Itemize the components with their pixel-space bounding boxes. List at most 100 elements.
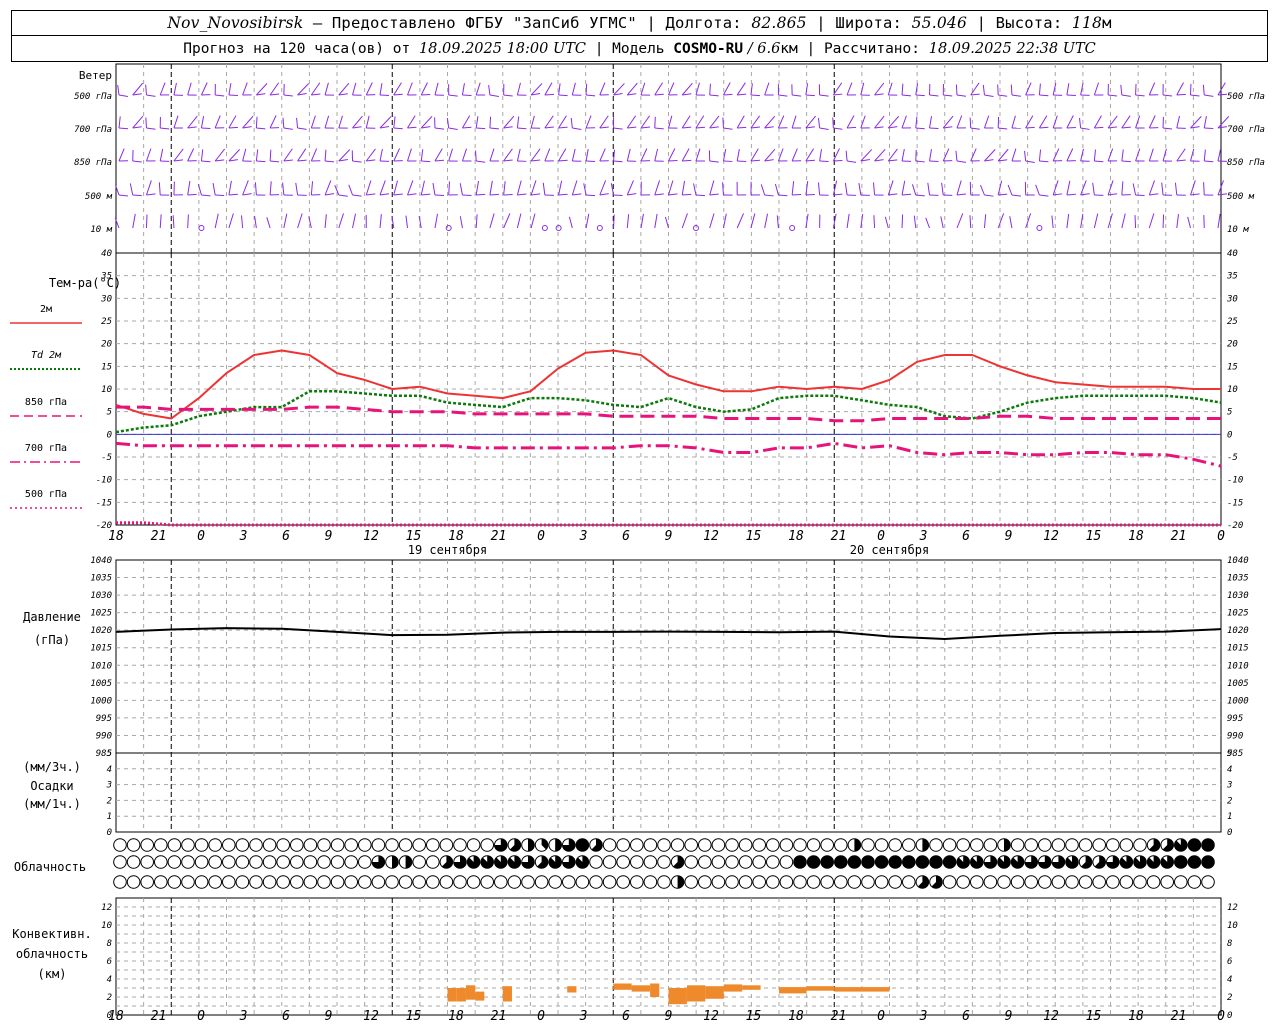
wind-barb-shaft (668, 159, 678, 162)
cloud-cover-icon (317, 875, 331, 889)
wind-barb-shaft (668, 193, 678, 196)
time-axis-lower-tick-label: 21 (151, 1009, 167, 1024)
wind-barb-icon (640, 148, 648, 162)
wind-barb-icon (681, 213, 688, 229)
precip-ytick-left: 1 (107, 812, 112, 822)
time-axis-upper-tick-label: 21 (1171, 529, 1187, 544)
wind-barb-shaft (242, 193, 252, 196)
wind-barb-icon (980, 184, 985, 196)
wind-barb-icon (379, 116, 392, 129)
wind-barb-icon (1217, 82, 1226, 96)
temp-ytick-left: 25 (101, 317, 112, 327)
cloud-cover-icon (358, 875, 372, 889)
time-axis-lower-tick-label: 12 (363, 1009, 379, 1024)
cloud-cover-icon (113, 838, 127, 852)
wind-barb-shaft (1011, 94, 1022, 97)
wind-calm-icon (789, 225, 796, 231)
wind-barb-icon (338, 82, 350, 96)
wind-barb-icon (1093, 115, 1102, 129)
wind-barb-icon (1024, 150, 1027, 162)
wind-barb-shaft (723, 93, 733, 96)
cloud-cover-icon (997, 875, 1011, 889)
wind-barb-icon (269, 149, 272, 162)
wind-barb-icon (1007, 184, 1013, 196)
cloud-cover-icon (113, 875, 127, 889)
wind-barb-shaft (421, 160, 431, 163)
wind-barb-icon (845, 150, 848, 162)
wind-barb-icon (1009, 216, 1013, 229)
wind-level-right: 850 гПа (1227, 158, 1265, 168)
wind-barb-icon (874, 115, 885, 129)
cloud-cover-icon (140, 855, 154, 869)
cloud-cover-fill (943, 855, 956, 869)
wind-barb-icon (681, 148, 690, 162)
wind-barb-icon (544, 115, 554, 129)
cloud-cover-icon (657, 855, 671, 869)
cloud-cover-icon (208, 838, 222, 852)
wind-barb-shaft (572, 193, 582, 196)
wind-barb-icon (503, 148, 513, 162)
cloud-cover-fill (677, 875, 684, 889)
wind-barb-shaft (379, 94, 390, 97)
cloud-cover-icon (779, 875, 794, 889)
cloud-cover-icon (752, 855, 767, 869)
wind-barb-icon (1079, 117, 1082, 129)
wind-barb-icon (242, 82, 248, 96)
wind-barb-icon (901, 180, 906, 196)
wind-barb-icon (1161, 182, 1164, 196)
wind-barb-shaft (1190, 94, 1200, 97)
day-label: 20 сентября (850, 543, 929, 557)
cloud-cover-icon (235, 875, 250, 889)
cloud-cover-icon (235, 838, 250, 852)
wind-barb-icon (764, 82, 770, 96)
wind-barb-icon (379, 148, 383, 162)
cloud-cover-icon (1133, 875, 1147, 889)
wind-barb-icon (997, 213, 1005, 229)
wind-barb-shaft (132, 194, 142, 197)
wind-barb-icon (516, 148, 521, 162)
wind-barb-icon (516, 213, 522, 229)
cloud-cover-icon (820, 838, 835, 852)
cloud-cover-icon (167, 855, 182, 869)
cloud-cover-icon (1065, 838, 1079, 852)
wind-barb-icon (941, 182, 944, 196)
conv-cloud-bar (668, 988, 687, 1005)
wind-barb-icon (817, 117, 821, 129)
wind-barb-icon (654, 82, 663, 96)
wind-barb-shaft (270, 93, 280, 96)
wind-barb-shaft (325, 160, 335, 163)
conv-cloud-bar (742, 985, 761, 990)
wind-barb-icon (393, 116, 396, 129)
wind-barb-icon (241, 215, 244, 229)
wind-barb-icon (530, 83, 543, 96)
cloud-cover-icon (1038, 838, 1052, 852)
wind-barb-icon (1202, 84, 1205, 96)
cloud-cover-icon (276, 855, 291, 869)
wind-barb-icon (173, 82, 177, 96)
conv-cloud-bar (465, 985, 476, 1000)
wind-barb-shaft (228, 126, 238, 129)
wind-barb-icon (1187, 216, 1192, 229)
wind-barb-shaft (352, 194, 362, 197)
time-axis-lower-tick-label: 3 (239, 1009, 248, 1024)
time-axis-lower-tick-label: 18 (1128, 1009, 1144, 1024)
time-axis-upper-tick-label: 3 (919, 529, 928, 544)
wind-barb-icon (915, 116, 918, 129)
wind-barb-icon (874, 148, 886, 162)
wind-barb-icon (585, 83, 588, 96)
wind-barb-shaft (146, 94, 156, 97)
conv-cloud-bar (631, 985, 651, 992)
wind-barb-icon (901, 115, 907, 129)
wind-barb-icon (681, 115, 691, 129)
wind-barb-icon (310, 82, 321, 96)
cloud-cover-icon (888, 838, 903, 852)
wind-barb-icon (297, 213, 303, 229)
temp-ytick-right: 0 (1227, 430, 1232, 440)
wind-barb-shaft (805, 193, 815, 196)
cloud-cover-icon (466, 875, 481, 889)
wind-barb-shaft (434, 127, 445, 130)
wind-barb-icon (654, 213, 658, 229)
cloud-cover-icon (276, 838, 291, 852)
wind-barb-shaft (956, 94, 967, 97)
cloud-cover-icon (466, 838, 481, 852)
